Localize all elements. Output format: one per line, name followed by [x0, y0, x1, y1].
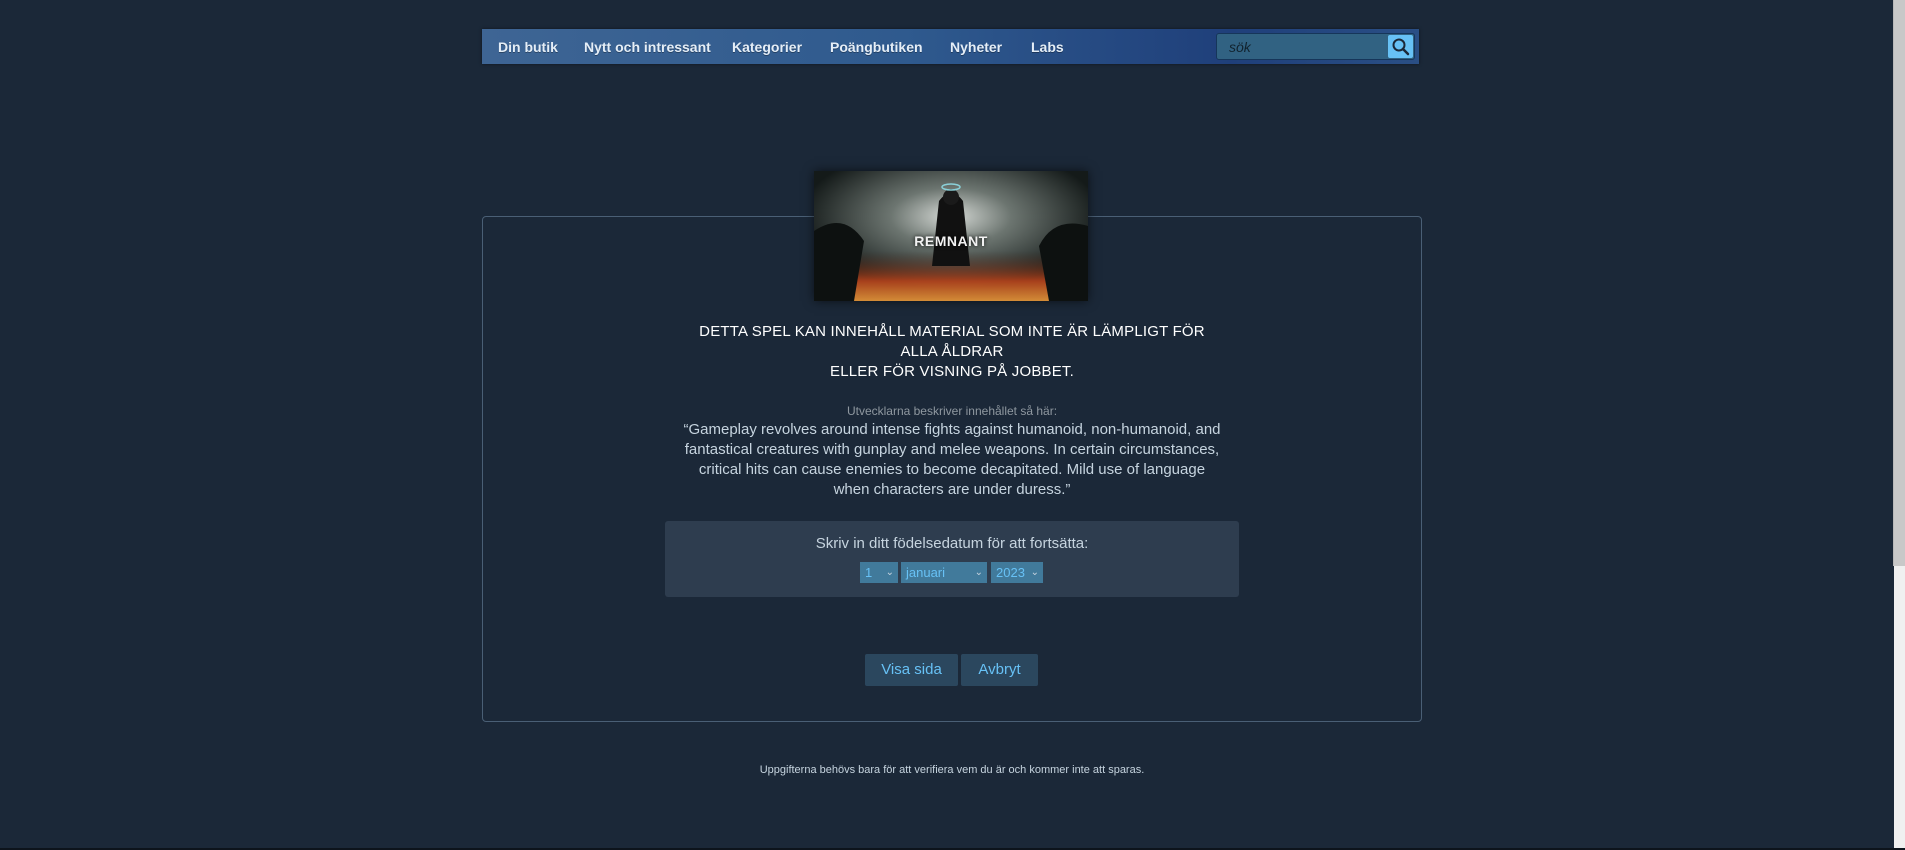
developer-description-label: Utvecklarna beskriver innehållet så här: [846, 404, 1058, 418]
search-button[interactable] [1388, 35, 1413, 58]
day-select[interactable]: 1 ⌄ [860, 562, 898, 583]
cancel-button[interactable]: Avbryt [961, 654, 1038, 686]
month-select[interactable]: januari ⌄ [901, 562, 987, 583]
month-value: januari [906, 565, 946, 580]
chevron-down-icon: ⌄ [974, 567, 983, 578]
nav-item-new-noteworthy[interactable]: Nytt och intressant [584, 29, 711, 64]
year-value: 2023 [996, 565, 1025, 580]
nav-item-labs[interactable]: Labs [1031, 29, 1064, 64]
birthdate-form: Skriv in ditt födelsedatum för att forts… [665, 521, 1239, 597]
birthdate-prompt: Skriv in ditt födelsedatum för att forts… [815, 535, 1089, 552]
privacy-footer-note: Uppgifterna behövs bara för att verifier… [759, 764, 1145, 776]
day-value: 1 [865, 565, 873, 580]
developer-description: “Gameplay revolves around intense fights… [683, 421, 1221, 498]
search-box [1216, 33, 1415, 60]
year-select[interactable]: 2023 ⌄ [991, 562, 1043, 583]
chevron-down-icon: ⌄ [885, 567, 894, 578]
scrollbar-thumb[interactable] [1893, 0, 1905, 566]
game-title-logo: REMNANT [914, 233, 988, 249]
search-input[interactable] [1217, 34, 1387, 59]
game-capsule-image: REMNANT [814, 171, 1088, 301]
warning-line-1: DETTA SPEL KAN INNEHÅLL MATERIAL SOM INT… [699, 323, 1205, 360]
scrollbar-track[interactable] [1894, 566, 1905, 850]
nav-item-news[interactable]: Nyheter [950, 29, 1002, 64]
content-warning: DETTA SPEL KAN INNEHÅLL MATERIAL SOM INT… [682, 322, 1222, 382]
warning-line-2: ELLER FÖR VISNING PÅ JOBBET. [830, 363, 1074, 380]
nav-item-your-store[interactable]: Din butik [498, 29, 558, 64]
store-nav-bar: Din butik Nytt och intressant Kategorier… [482, 29, 1419, 64]
chevron-down-icon: ⌄ [1030, 567, 1039, 578]
nav-item-categories[interactable]: Kategorier [732, 29, 802, 64]
nav-item-points-shop[interactable]: Poängbutiken [830, 29, 923, 64]
view-page-button[interactable]: Visa sida [865, 654, 958, 686]
search-icon [1392, 38, 1410, 56]
